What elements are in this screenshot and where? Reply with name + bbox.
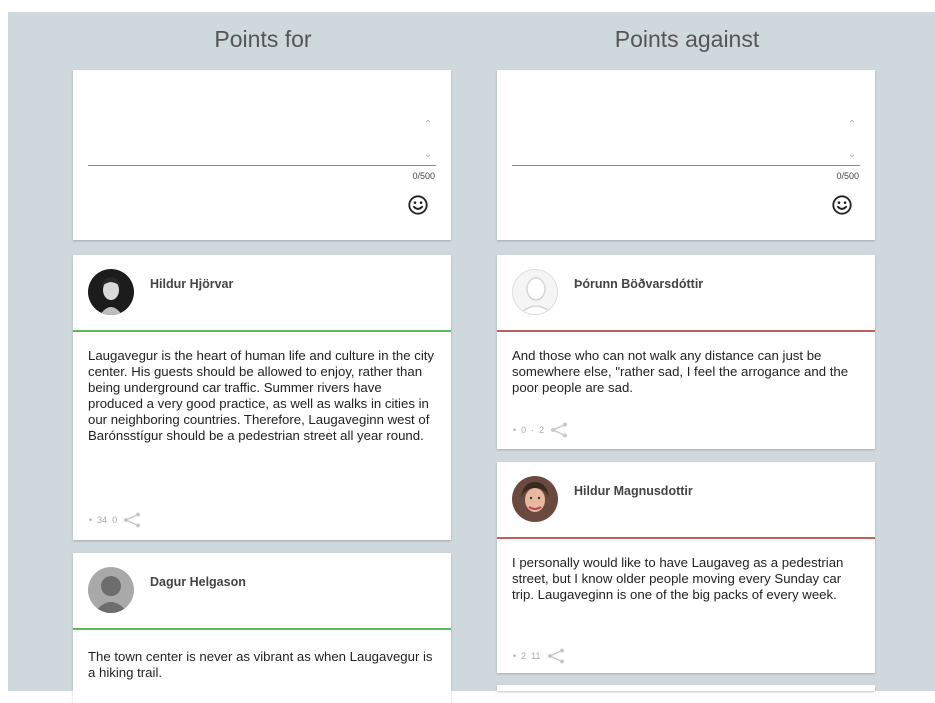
post-text: And those who can not walk any distance … [512, 348, 849, 395]
post-card: Hildur Hjörvar Laugavegur is the heart o… [73, 255, 451, 540]
author-name[interactable]: Hildur Hjörvar [150, 277, 233, 291]
upvote-count[interactable]: 34 [97, 515, 107, 525]
chevron-up-icon[interactable]: ⌃ [424, 120, 432, 130]
composer-for: ⌃ ⌄ 0/500 [73, 70, 451, 240]
post-header: Hildur Hjörvar [73, 255, 451, 330]
post-header: Þórunn Böðvarsdóttir [497, 255, 875, 330]
textarea-resize-spinner[interactable]: ⌃ ⌄ [845, 120, 859, 160]
post-text: The town center is never as vibrant as w… [88, 649, 433, 680]
author-name[interactable]: Þórunn Böðvarsdóttir [574, 277, 703, 291]
debate-page: Points for Points against ⌃ ⌄ 0/500 ⌃ ⌄ … [8, 12, 935, 703]
smiley-icon[interactable] [407, 194, 429, 216]
dot-icon: • [513, 651, 517, 661]
smiley-icon[interactable] [831, 194, 853, 216]
post-card: Hildur Magnusdottir I personally would l… [497, 462, 875, 673]
post-divider [497, 330, 875, 332]
chevron-up-icon[interactable]: ⌃ [848, 120, 856, 130]
chevron-down-icon[interactable]: ⌄ [848, 150, 856, 160]
post-card: Dagur Helgason The town center is never … [73, 553, 451, 703]
downvote-count[interactable]: 11 [531, 651, 540, 661]
share-icon[interactable] [549, 422, 569, 438]
char-counter: 0/500 [412, 171, 435, 181]
author-name[interactable]: Hildur Magnusdottir [574, 484, 693, 498]
post-header: Hildur Magnusdottir [497, 462, 875, 537]
char-counter: 0/500 [836, 171, 859, 181]
post-actions: • 0 · 2 [513, 422, 569, 438]
post-divider [73, 628, 451, 630]
post-actions: • 34 0 [89, 512, 142, 528]
avatar[interactable] [88, 567, 134, 613]
avatar[interactable] [88, 269, 134, 315]
point-textarea-for[interactable] [88, 80, 436, 165]
textarea-resize-spinner[interactable]: ⌃ ⌄ [421, 120, 435, 160]
chevron-down-icon[interactable]: ⌄ [424, 150, 432, 160]
avatar[interactable] [512, 269, 558, 315]
points-against-title: Points against [614, 26, 760, 52]
post-divider [497, 537, 875, 539]
downvote-count[interactable]: 2 [539, 425, 544, 435]
avatar[interactable] [512, 476, 558, 522]
composer-against: ⌃ ⌄ 0/500 [497, 70, 875, 240]
points-for-title: Points for [214, 26, 312, 52]
dot-icon: • [513, 425, 517, 435]
author-name[interactable]: Dagur Helgason [150, 575, 246, 589]
dot-icon: · [531, 425, 535, 435]
post-card-partial [497, 685, 875, 691]
textarea-underline [512, 165, 860, 166]
upvote-count[interactable]: 0 [521, 425, 526, 435]
point-textarea-against[interactable] [512, 80, 860, 165]
upvote-count[interactable]: 2 [521, 651, 526, 661]
textarea-underline [88, 165, 436, 166]
downvote-count[interactable]: 0 [112, 515, 117, 525]
post-card: Þórunn Böðvarsdóttir And those who can n… [497, 255, 875, 449]
post-text: I personally would like to have Laugaveg… [512, 555, 844, 602]
dot-icon: • [89, 515, 93, 525]
share-icon[interactable] [546, 648, 566, 664]
post-text: Laugavegur is the heart of human life an… [88, 348, 435, 443]
post-divider [73, 330, 451, 332]
post-header: Dagur Helgason [73, 553, 451, 628]
post-actions: • 2 11 [513, 648, 566, 664]
share-icon[interactable] [122, 512, 142, 528]
